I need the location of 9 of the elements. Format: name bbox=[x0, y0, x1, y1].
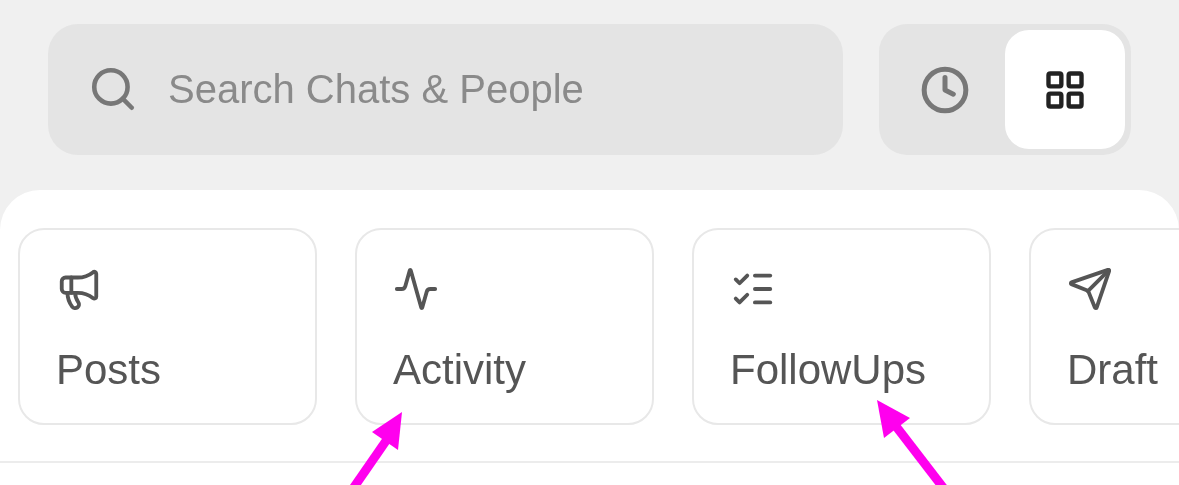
view-toggle-button[interactable] bbox=[1005, 30, 1125, 149]
pulse-icon bbox=[393, 266, 439, 312]
paper-plane-icon bbox=[1067, 266, 1113, 312]
shortcut-card[interactable]: Draft bbox=[1029, 228, 1179, 425]
shortcut-card[interactable]: FollowUps bbox=[692, 228, 991, 425]
shortcut-card[interactable]: Posts bbox=[18, 228, 317, 425]
clock-icon bbox=[920, 64, 970, 115]
search-field[interactable]: Search Chats & People bbox=[48, 24, 843, 155]
shortcut-card[interactable]: Activity bbox=[355, 228, 654, 425]
